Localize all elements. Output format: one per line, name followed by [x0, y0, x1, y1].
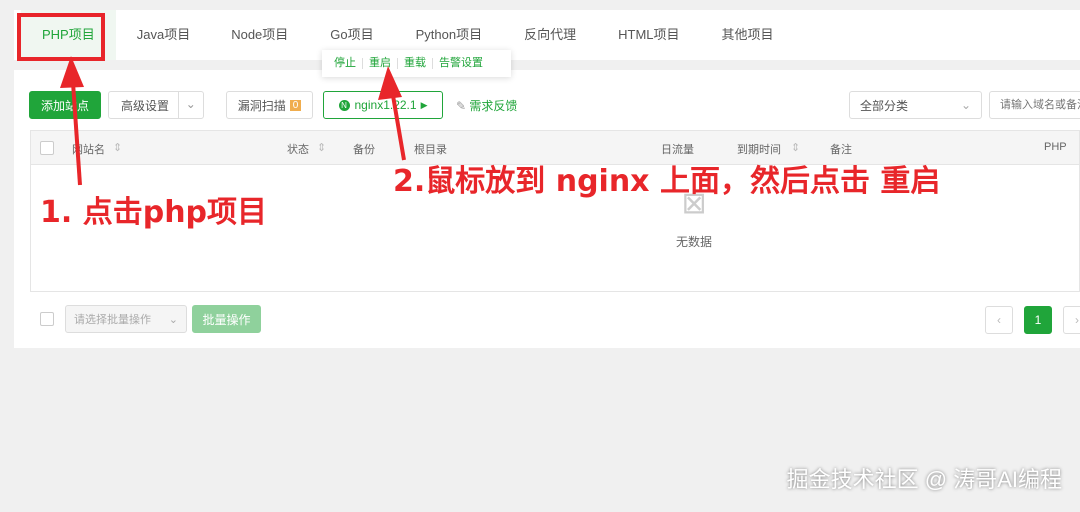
watermark: 掘金技术社区 @ 涛哥AI编程: [786, 467, 1062, 492]
annotation-step1: 1. 点击php项目: [40, 195, 268, 230]
arrow-step2: [378, 66, 406, 161]
annotation-step2: 2.鼠标放到 nginx 上面，然后点击 重启: [393, 164, 941, 199]
annotation-arrows: [60, 56, 406, 186]
arrow-step1: [60, 56, 84, 186]
